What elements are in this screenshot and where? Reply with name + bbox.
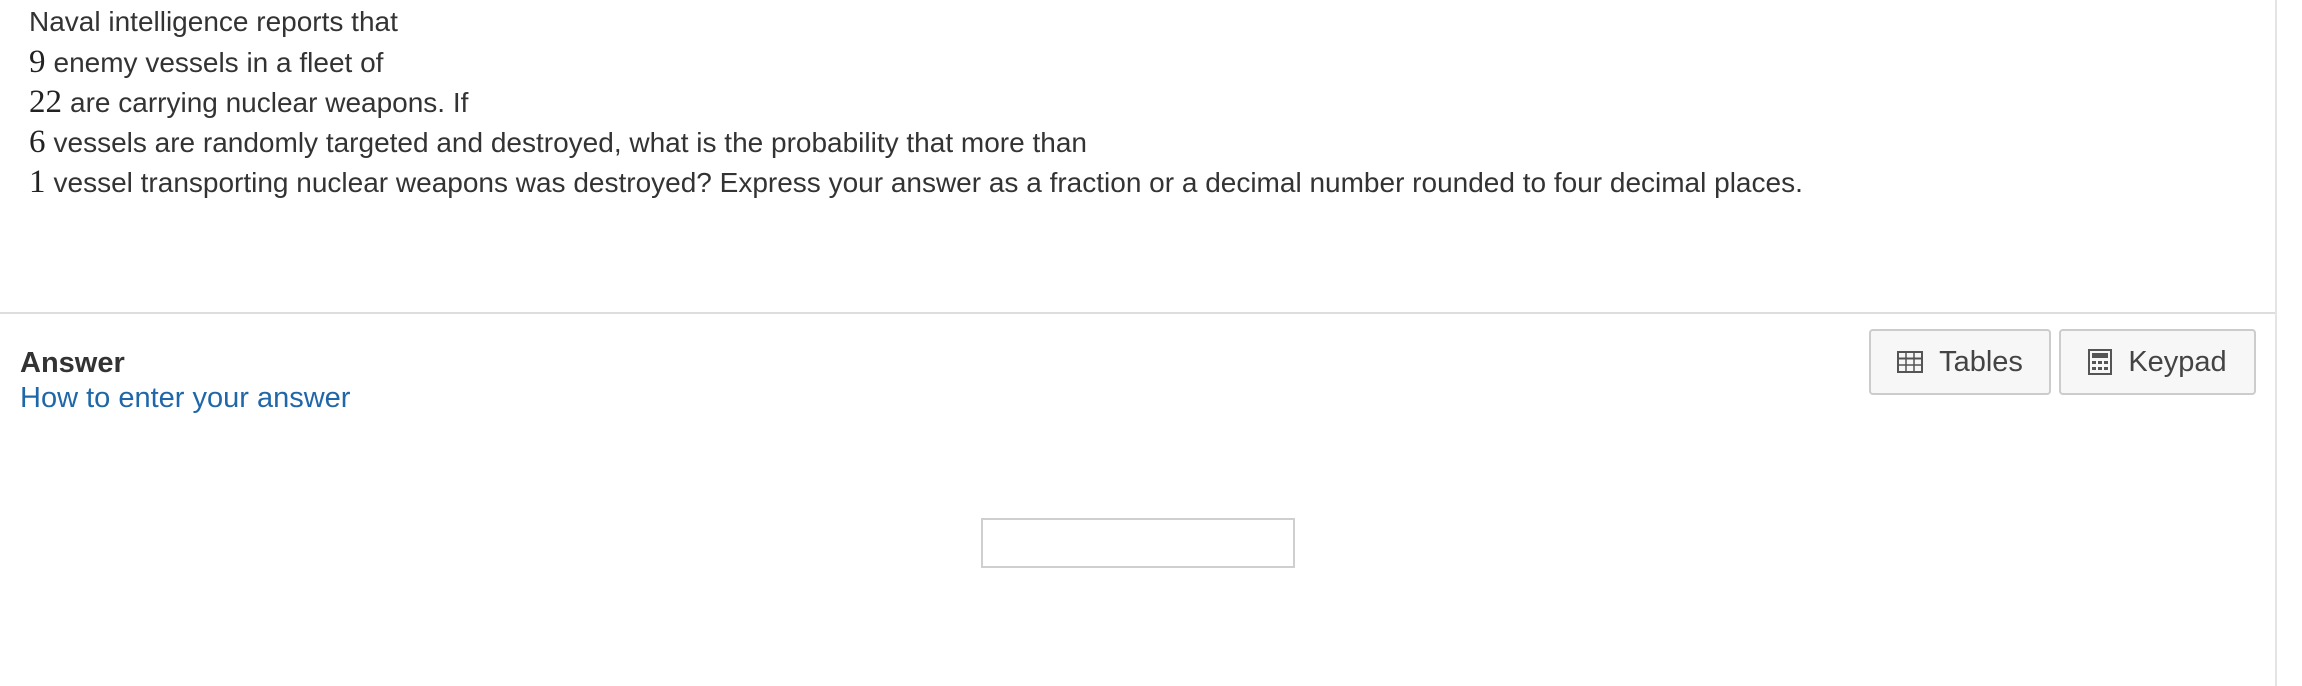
tables-button[interactable]: Tables bbox=[1869, 329, 2051, 395]
how-to-enter-answer-link[interactable]: How to enter your answer bbox=[20, 379, 350, 417]
answer-heading: Answer bbox=[20, 347, 125, 379]
question-page: Naval intelligence reports that 9 enemy v… bbox=[0, 0, 2302, 686]
question-text: Naval intelligence reports that 9 enemy v… bbox=[29, 2, 2229, 202]
question-line-text: are carrying nuclear weapons. If bbox=[70, 87, 469, 118]
tables-button-label: Tables bbox=[1939, 345, 2023, 378]
question-line-text: Naval intelligence reports that bbox=[29, 6, 398, 37]
question-line: 9 enemy vessels in a fleet of bbox=[29, 42, 2229, 82]
calculator-icon bbox=[2088, 349, 2113, 375]
question-line: 6 vessels are randomly targeted and destr… bbox=[29, 122, 2229, 162]
question-line: 22 are carrying nuclear weapons. If bbox=[29, 82, 2229, 122]
question-line-text: vessel transporting nuclear weapons was … bbox=[53, 167, 1803, 198]
question-line-text: vessels are randomly targeted and destro… bbox=[53, 127, 1087, 158]
question-number: 9 bbox=[29, 44, 46, 80]
question-line-text: enemy vessels in a fleet of bbox=[53, 47, 384, 78]
keypad-button[interactable]: Keypad bbox=[2059, 329, 2256, 395]
scrollbar-track[interactable] bbox=[2275, 0, 2302, 686]
table-icon bbox=[1897, 351, 1924, 373]
section-divider bbox=[0, 312, 2275, 314]
answer-input[interactable] bbox=[981, 518, 1295, 568]
question-line: 1 vessel transporting nuclear weapons was… bbox=[29, 162, 2229, 202]
keypad-button-label: Keypad bbox=[2128, 345, 2227, 378]
question-line: Naval intelligence reports that bbox=[29, 2, 2229, 42]
question-number: 22 bbox=[29, 84, 62, 120]
question-number: 1 bbox=[29, 164, 46, 200]
question-number: 6 bbox=[29, 124, 46, 160]
